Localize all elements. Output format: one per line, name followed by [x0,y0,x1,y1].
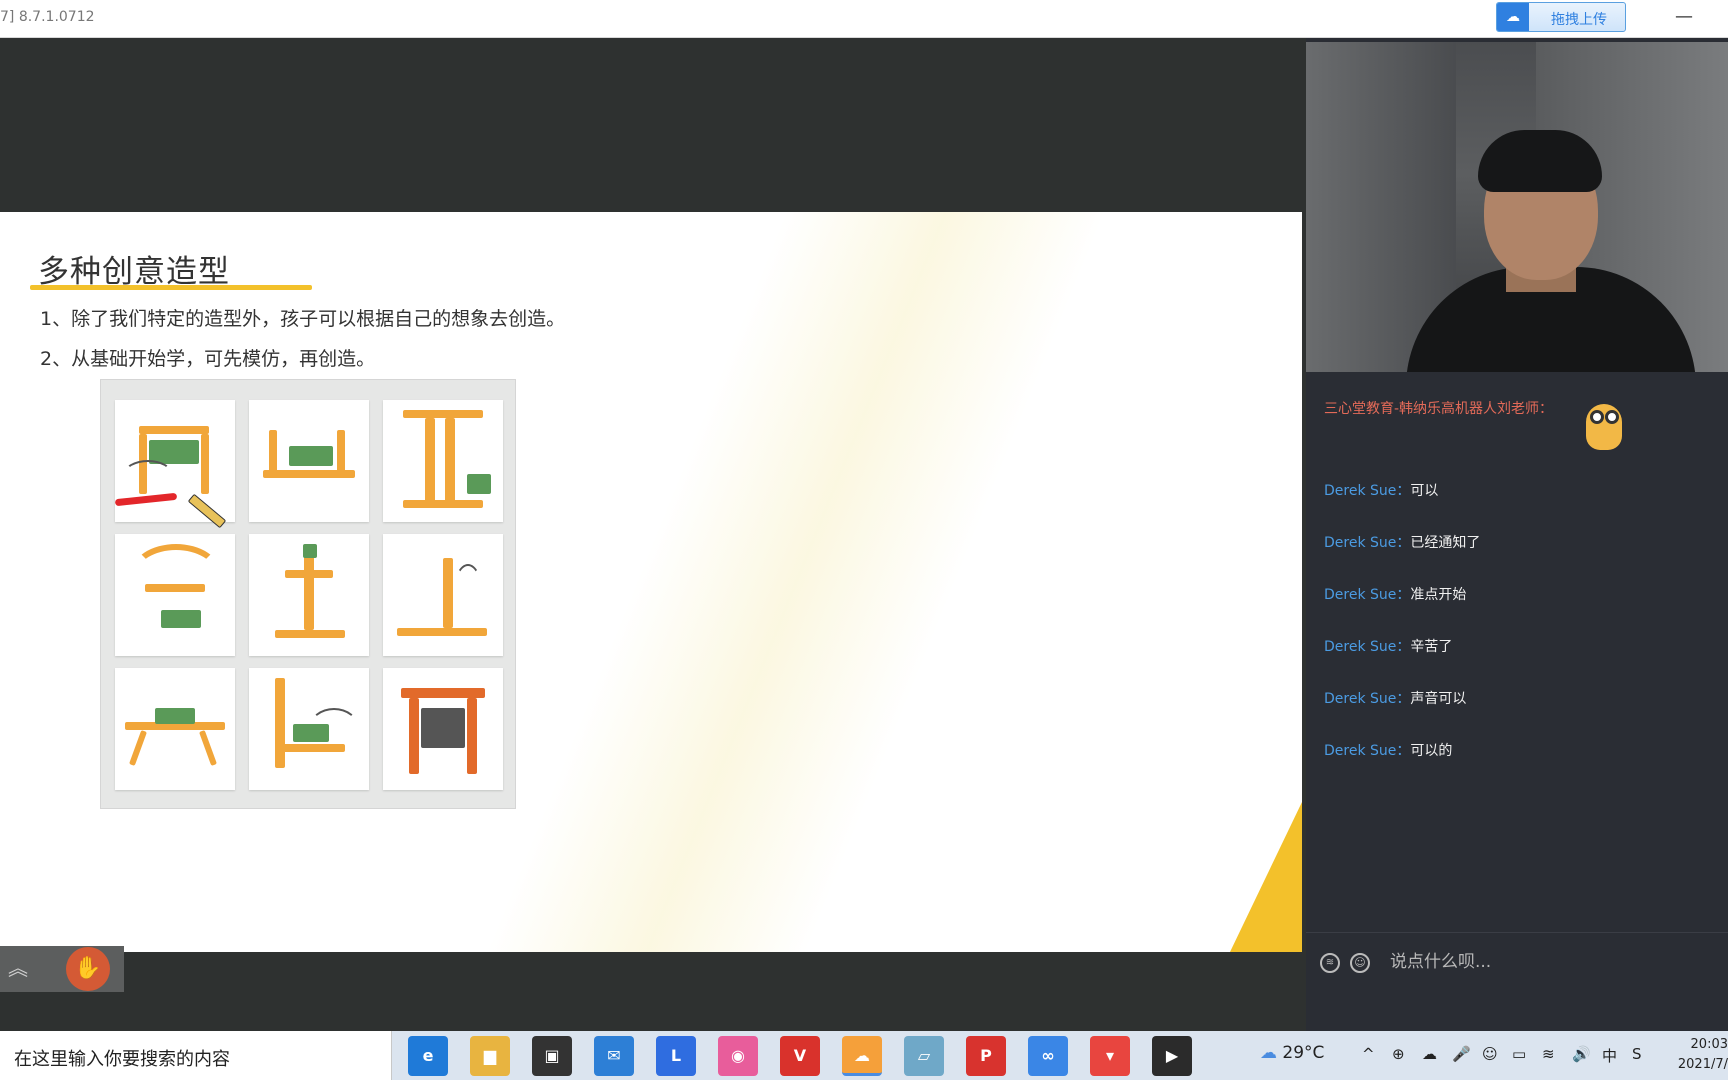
cloud-weather-icon: ☁ [1260,1043,1277,1063]
robot-photo-8 [249,668,369,790]
chat-message: Derek Sue：准点开始 [1324,584,1466,604]
robot-photo-4 [115,534,235,656]
store-icon[interactable]: ▣ [532,1036,572,1076]
wifi-icon[interactable]: ≋ [1542,1045,1555,1063]
microphone-icon[interactable]: 🎤 [1452,1045,1471,1063]
notes-icon[interactable]: ▱ [904,1036,944,1076]
chat-message: Derek Sue：辛苦了 [1324,636,1452,656]
taskbar-search-placeholder: 在这里输入你要搜索的内容 [14,1049,230,1070]
mail-icon[interactable]: ✉ [594,1036,634,1076]
robot-photo-3 [383,400,503,522]
drag-upload-button[interactable]: ☁ 拖拽上传 [1496,2,1626,32]
l-app-icon[interactable]: L [656,1036,696,1076]
sticker-icon: ≋ [1325,957,1335,968]
file-explorer-icon[interactable]: ▆ [470,1036,510,1076]
weather-temp: 29°C [1282,1043,1325,1063]
slide-bullet-2: 2、从基础开始学，可先模仿，再创造。 [40,348,376,370]
app-s-icon[interactable]: S [1632,1045,1642,1063]
teacher-video [1306,42,1728,372]
taskbar-search-box[interactable]: 在这里输入你要搜索的内容 [0,1031,392,1080]
slide: 多种创意造型 1、除了我们特定的造型外，孩子可以根据自己的想象去创造。 2、从基… [0,212,1302,952]
battery-icon[interactable]: ▭ [1512,1045,1526,1063]
chat-input-bar: ≋ ☺ [1306,932,1728,990]
clock-time: 20:03 [1690,1037,1728,1052]
clock[interactable]: 20:03 2021/7/ [1672,1035,1728,1075]
volume-icon[interactable]: 🔊 [1572,1045,1591,1063]
stage-toolbar: ︽ ✋ [0,946,124,992]
chat-sender: Derek Sue： [1324,587,1411,603]
presentation-stage: 多种创意造型 1、除了我们特定的造型外，孩子可以根据自己的想象去创造。 2、从基… [0,38,1306,1031]
hand-icon: ✋ [74,956,102,981]
video-app-icon[interactable]: ▶ [1152,1036,1192,1076]
robot-photo-9 [383,668,503,790]
chat-sender: Derek Sue： [1324,743,1411,759]
raise-hand-button[interactable]: ✋ [66,947,110,991]
qq-icon[interactable]: ☺ [1482,1045,1498,1063]
chat-input[interactable] [1390,947,1710,977]
robot-photo-7 [115,668,235,790]
pocket-icon[interactable]: ▾ [1090,1036,1130,1076]
slide-bullet-1: 1、除了我们特定的造型外，孩子可以根据自己的想象去创造。 [40,308,566,330]
robot-photo-6 [383,534,503,656]
chat-message: Derek Sue：已经通知了 [1324,532,1480,552]
onedrive-icon[interactable]: ☁ [1422,1045,1437,1063]
chat-sender: Derek Sue： [1324,535,1411,551]
robot-photo-2 [249,400,369,522]
chevrons-up-icon: ︽ [8,956,28,980]
chat-message: Derek Sue：声音可以 [1324,688,1466,708]
chat-panel: 三心堂教育-韩纳乐高机器人刘老师： Derek Sue：可以 Derek Sue… [1306,378,1728,918]
collapse-button[interactable]: ︽ [6,954,30,982]
pdf-icon[interactable]: P [966,1036,1006,1076]
show-hidden-icons-icon[interactable]: ^ [1362,1045,1375,1063]
wechat-icon[interactable]: ☁ [842,1036,882,1076]
chat-text: 声音可以 [1410,691,1467,707]
right-panel: 三心堂教育-韩纳乐高机器人刘老师： Derek Sue：可以 Derek Sue… [1306,38,1728,1031]
app-tray-icon[interactable]: ⊕ [1392,1045,1405,1063]
baidu-netdisk-icon[interactable]: ∞ [1028,1036,1068,1076]
chat-sender: Derek Sue： [1324,483,1411,499]
ime-icon[interactable]: 中 [1602,1045,1617,1066]
robot-photo-grid [100,379,516,809]
robot-photo-5 [249,534,369,656]
sticker-button[interactable]: ≋ [1320,953,1340,973]
title-underline [30,285,312,290]
chat-sender: Derek Sue： [1324,691,1411,707]
color-wheel-icon[interactable]: ◉ [718,1036,758,1076]
teacher-name: 三心堂教育-韩纳乐高机器人刘老师： [1324,401,1554,417]
edge-icon[interactable]: e [408,1036,448,1076]
chat-sender: Derek Sue： [1324,639,1411,655]
taskbar: 在这里输入你要搜索的内容 e ▆ ▣ ✉ L ◉ V ☁ ▱ P ∞ ▾ ▶ ☁ 29°C ^ ⊕ ☁ 🎤 ☺ ▭… [0,1031,1728,1080]
emoji-button[interactable]: ☺ [1350,953,1370,973]
chat-text: 可以的 [1410,743,1453,759]
chat-message: Derek Sue：可以的 [1324,740,1452,760]
title-bar: 7] 8.7.1.0712 ☁ 拖拽上传 — [0,0,1728,38]
owl-sticker-icon [1582,396,1624,452]
chat-text: 辛苦了 [1410,639,1453,655]
chat-text: 准点开始 [1410,587,1467,603]
cloud-icon: ☁ [1497,3,1529,31]
app-version: 7] 8.7.1.0712 [0,9,95,25]
minimize-button[interactable]: — [1672,6,1696,30]
chat-text: 已经通知了 [1410,535,1481,551]
clock-date: 2021/7/ [1677,1057,1728,1072]
chat-text: 可以 [1410,483,1439,499]
weather-widget[interactable]: ☁ 29°C [1260,1043,1324,1063]
smiley-icon: ☺ [1354,956,1366,969]
chat-message: Derek Sue：可以 [1324,480,1438,500]
decorative-corner [1230,802,1302,952]
vector-app-icon[interactable]: V [780,1036,820,1076]
drag-upload-label: 拖拽上传 [1551,12,1607,28]
